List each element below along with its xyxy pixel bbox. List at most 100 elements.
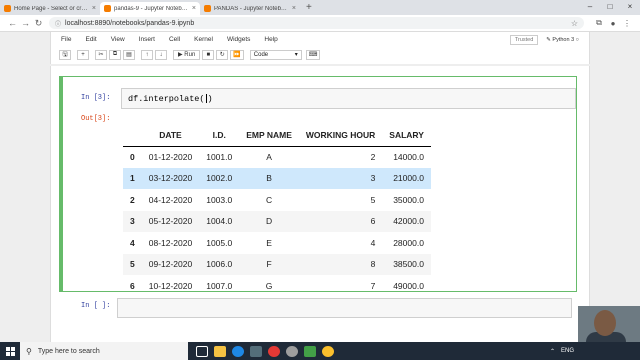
dataframe-table: DATE I.D. EMP NAME WORKING HOUR SALARY 0… xyxy=(123,125,431,297)
jupyter-favicon-icon xyxy=(104,5,111,12)
table-row: 0 01-12-2020 1001.0 A 2 14000.0 xyxy=(123,146,431,168)
app-icon[interactable] xyxy=(304,345,316,357)
menu-help[interactable]: Help xyxy=(264,36,277,43)
cell-working-hour: 5 xyxy=(370,194,376,205)
cell-emp-name: F xyxy=(239,253,299,275)
browser-tab-home[interactable]: Home Page - Select or create a no × xyxy=(0,2,100,15)
settings-icon[interactable] xyxy=(286,345,298,357)
chevron-down-icon: ▾ xyxy=(294,52,298,58)
minimize-icon[interactable]: – xyxy=(580,0,600,15)
input-prompt: In [3]: xyxy=(81,94,111,102)
close-tab-icon[interactable]: × xyxy=(192,5,196,12)
move-up-icon[interactable]: ↑ xyxy=(141,49,153,60)
move-down-icon[interactable]: ↓ xyxy=(155,49,167,60)
file-explorer-icon[interactable] xyxy=(214,345,226,357)
paste-icon[interactable]: ▤ xyxy=(123,49,135,60)
cell-date: 05-12-2020 xyxy=(141,210,200,232)
cell-date: 10-12-2020 xyxy=(148,280,193,291)
tray-chevron-icon[interactable]: ⌃ xyxy=(550,348,555,355)
menu-edit[interactable]: Edit xyxy=(85,36,96,43)
cell-id: 1001.0 xyxy=(206,152,233,162)
windows-logo-icon xyxy=(5,346,15,356)
trusted-badge[interactable]: Trusted xyxy=(509,34,539,45)
notebook-toolbar: 🖫 + ✂ ⧉ ▤ ↑ ↓ ▶ Run ■ ↻ ⏩ Code ▾ ⌨ xyxy=(51,47,589,62)
command-palette-icon[interactable]: ⌨ xyxy=(305,49,321,60)
cell-type-select[interactable]: Code ▾ xyxy=(249,49,302,60)
row-index: 1 xyxy=(123,167,142,189)
run-button[interactable]: ▶ Run xyxy=(173,49,201,60)
cell-working-hour: 4 xyxy=(370,237,376,248)
code-editor[interactable]: df.interpolate() xyxy=(121,88,576,109)
column-header-emp-name: EMP NAME xyxy=(239,125,299,147)
cell-date: 03-12-2020 xyxy=(141,167,200,189)
code-text-after: ) xyxy=(207,94,213,104)
text-cursor xyxy=(205,94,207,104)
browser-tab-pandas[interactable]: PANDAS - Jupyter Notebook × xyxy=(200,2,300,15)
cell-emp-name: C xyxy=(265,194,273,205)
column-header-id: I.D. xyxy=(199,125,240,147)
chrome-icon[interactable] xyxy=(268,345,280,357)
bookmark-star-icon[interactable]: ☆ xyxy=(571,19,578,28)
interrupt-icon[interactable]: ■ xyxy=(202,49,215,60)
close-tab-icon[interactable]: × xyxy=(92,5,96,12)
jupyter-favicon-icon xyxy=(204,5,211,12)
insert-cell-icon[interactable]: + xyxy=(77,49,89,60)
copy-icon[interactable]: ⧉ xyxy=(109,49,121,60)
close-tab-icon[interactable]: × xyxy=(292,5,296,12)
new-tab-button[interactable]: + xyxy=(300,2,318,15)
cell-emp-name: A xyxy=(266,152,272,162)
code-cell-selected[interactable]: In [3]: df.interpolate() Out[3]: DATE I.… xyxy=(59,76,577,292)
system-tray: ⌃ ENG xyxy=(544,348,640,355)
restart-icon[interactable]: ↻ xyxy=(216,49,229,60)
start-button[interactable] xyxy=(0,342,20,360)
taskbar-search-field[interactable]: ⚲ Type here to search xyxy=(20,342,188,360)
profile-icon[interactable]: ● xyxy=(606,19,620,28)
store-icon[interactable] xyxy=(250,345,262,357)
save-icon[interactable]: 🖫 xyxy=(59,49,71,60)
code-editor[interactable] xyxy=(117,298,572,318)
table-row: 5 09-12-2020 1006.0 F 8 38500.0 xyxy=(123,253,431,275)
cell-date: 08-12-2020 xyxy=(148,237,193,248)
cell-salary: 38500.0 xyxy=(382,253,431,275)
code-cell-empty[interactable]: In [ ]: xyxy=(59,296,577,320)
output-prompt: Out[3]: xyxy=(81,115,111,123)
app-icon[interactable] xyxy=(322,345,334,357)
cut-icon[interactable]: ✂ xyxy=(95,49,107,60)
url-field[interactable]: ⓘ localhost:8890/notebooks/pandas-9.ipyn… xyxy=(49,17,584,29)
menu-view[interactable]: View xyxy=(111,36,125,43)
kernel-indicator: ✎ Python 3 ○ xyxy=(546,36,579,43)
browser-tab-pandas-9[interactable]: pandas-9 - Jupyter Notebook × xyxy=(100,2,200,15)
task-view-icon[interactable] xyxy=(196,345,208,357)
table-row: 1 03-12-2020 1002.0 B 3 21000.0 xyxy=(123,167,431,189)
cell-id: 1006.0 xyxy=(199,253,240,275)
menu-bar: File Edit View Insert Cell Kernel Widget… xyxy=(51,32,589,47)
extension-icon[interactable]: ⧉ xyxy=(592,18,606,28)
menu-widgets[interactable]: Widgets xyxy=(227,36,250,43)
menu-insert[interactable]: Insert xyxy=(139,36,155,43)
menu-kernel[interactable]: Kernel xyxy=(194,36,213,43)
language-indicator[interactable]: ENG xyxy=(561,348,574,354)
menu-dots-icon[interactable]: ⋮ xyxy=(620,19,634,28)
close-window-icon[interactable]: × xyxy=(620,0,640,15)
maximize-icon[interactable]: □ xyxy=(600,0,620,15)
cell-salary: 28000.0 xyxy=(393,237,424,248)
reload-icon[interactable]: ↻ xyxy=(32,18,45,29)
cell-working-hour: 3 xyxy=(298,167,383,189)
cell-emp-name: D xyxy=(239,210,299,232)
forward-arrow-icon[interactable]: → xyxy=(19,18,32,28)
column-header-index xyxy=(123,125,142,147)
kernel-name: Python 3 xyxy=(552,36,575,43)
row-index: 2 xyxy=(130,194,135,205)
tab-title: pandas-9 - Jupyter Notebook xyxy=(114,5,189,12)
browser-tab-strip: Home Page - Select or create a no × pand… xyxy=(0,0,640,15)
menu-cell[interactable]: Cell xyxy=(169,36,180,43)
column-header-salary: SALARY xyxy=(382,125,431,147)
menu-file[interactable]: File xyxy=(61,36,71,43)
cell-emp-name: G xyxy=(265,280,273,291)
restart-run-all-icon[interactable]: ⏩ xyxy=(230,49,244,60)
edge-icon[interactable] xyxy=(232,345,244,357)
code-text-before: df.interpolate( xyxy=(128,94,205,104)
cell-salary: 49000.0 xyxy=(393,280,424,291)
presenter-head xyxy=(594,310,616,336)
back-arrow-icon[interactable]: ← xyxy=(6,18,19,28)
